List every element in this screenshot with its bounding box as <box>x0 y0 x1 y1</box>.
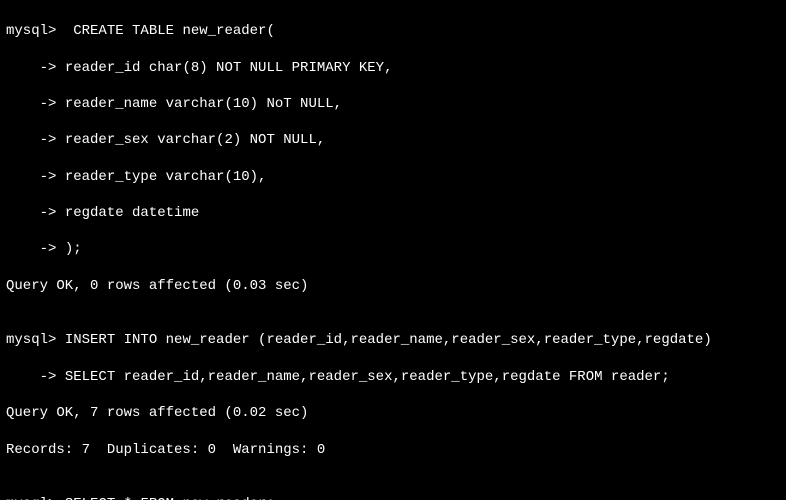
sql-text: SELECT * FROM new_reader; <box>56 496 274 500</box>
sql-text: reader_name varchar(10) NoT NULL, <box>56 96 342 112</box>
cont-prompt: -> <box>6 60 56 76</box>
insert-result-2: Records: 7 Duplicates: 0 Warnings: 0 <box>6 441 780 459</box>
sql-text: ); <box>56 241 81 257</box>
insert-line-1: mysql> INSERT INTO new_reader (reader_id… <box>6 331 780 349</box>
create-table-line-5: -> reader_type varchar(10), <box>6 168 780 186</box>
sql-text: reader_sex varchar(2) NOT NULL, <box>56 132 325 148</box>
cont-prompt: -> <box>6 132 56 148</box>
create-table-line-2: -> reader_id char(8) NOT NULL PRIMARY KE… <box>6 59 780 77</box>
insert-line-2: -> SELECT reader_id,reader_name,reader_s… <box>6 368 780 386</box>
cont-prompt: -> <box>6 169 56 185</box>
mysql-terminal[interactable]: mysql> CREATE TABLE new_reader( -> reade… <box>0 0 786 500</box>
create-result: Query OK, 0 rows affected (0.03 sec) <box>6 277 780 295</box>
sql-text: reader_id char(8) NOT NULL PRIMARY KEY, <box>56 60 392 76</box>
mysql-prompt: mysql> <box>6 332 56 348</box>
create-table-line-1: mysql> CREATE TABLE new_reader( <box>6 22 780 40</box>
create-table-line-6: -> regdate datetime <box>6 204 780 222</box>
cont-prompt: -> <box>6 205 56 221</box>
sql-text: regdate datetime <box>56 205 199 221</box>
sql-text: CREATE TABLE new_reader( <box>56 23 274 39</box>
mysql-prompt: mysql> <box>6 23 56 39</box>
insert-result-1: Query OK, 7 rows affected (0.02 sec) <box>6 404 780 422</box>
sql-text: SELECT reader_id,reader_name,reader_sex,… <box>56 369 669 385</box>
create-table-line-7: -> ); <box>6 240 780 258</box>
cont-prompt: -> <box>6 96 56 112</box>
sql-text: reader_type varchar(10), <box>56 169 266 185</box>
cont-prompt: -> <box>6 241 56 257</box>
mysql-prompt: mysql> <box>6 496 56 500</box>
cont-prompt: -> <box>6 369 56 385</box>
select-line: mysql> SELECT * FROM new_reader; <box>6 495 780 500</box>
create-table-line-4: -> reader_sex varchar(2) NOT NULL, <box>6 131 780 149</box>
sql-text: INSERT INTO new_reader (reader_id,reader… <box>56 332 711 348</box>
create-table-line-3: -> reader_name varchar(10) NoT NULL, <box>6 95 780 113</box>
